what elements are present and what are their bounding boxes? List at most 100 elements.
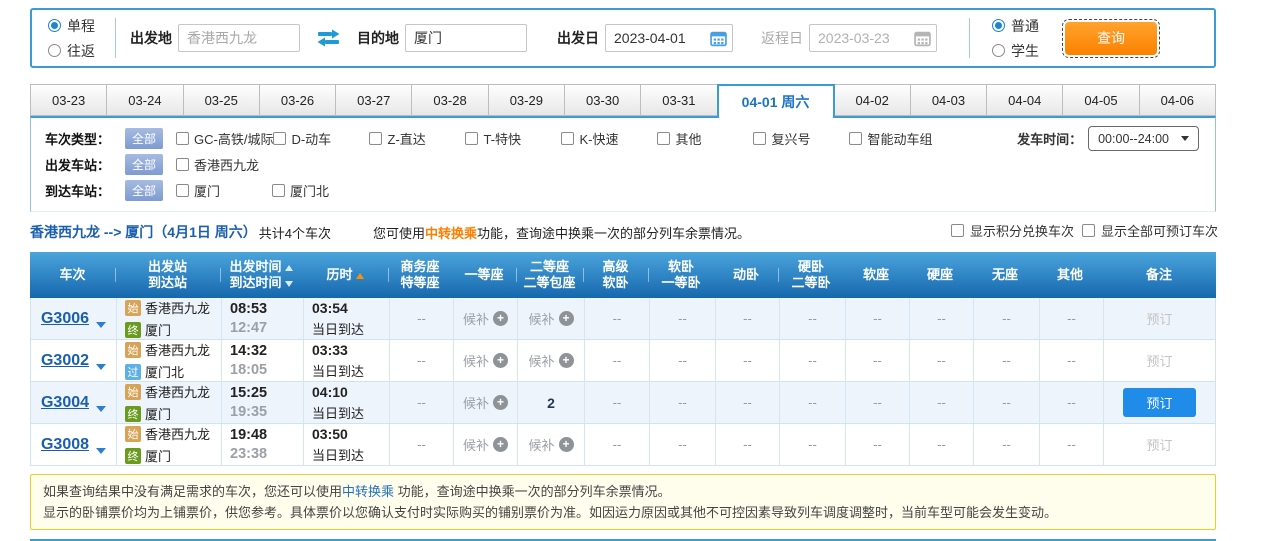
date-tab-04-02[interactable]: 04-02 [834,84,911,116]
date-tab-03-30[interactable]: 03-30 [564,84,641,116]
sort-up-icon[interactable] [356,273,364,279]
no-seat-dash: -- [613,311,622,326]
swap-stations-icon[interactable] [316,29,341,47]
waitlist-button[interactable]: 候补+ [463,435,508,454]
date-tab-03-29[interactable]: 03-29 [488,84,565,116]
filter-checkbox[interactable]: 复兴号 [753,129,849,148]
no-seat-dash: -- [1067,437,1076,452]
no-seat-dash: -- [1067,311,1076,326]
filter-checkbox[interactable]: Z-直达 [369,129,465,148]
expand-caret-icon[interactable] [96,406,106,412]
checkbox-label: GC-高铁/城际 [194,129,273,148]
expand-caret-icon[interactable] [96,364,106,370]
date-tab-04-05[interactable]: 04-05 [1062,84,1139,116]
depart-date-input[interactable]: 2023-04-01 [605,24,733,52]
sort-up-icon[interactable] [285,265,293,271]
radio-one-way[interactable]: 单程 [48,16,95,36]
waitlist-label: 候补 [463,435,489,454]
no-seat-dash: -- [1002,353,1011,368]
filter-checkbox[interactable]: GC-高铁/城际 [176,129,273,148]
transfer-link[interactable]: 中转换乘 [342,484,394,499]
header-line: 出发时间 [220,259,302,275]
header-text: 软座 [863,267,889,282]
toggle-label: 显示积分兑换车次 [970,221,1074,240]
train-link[interactable]: G3008 [41,436,89,454]
column-header[interactable]: 出发时间到达时间 [220,259,302,291]
filter-checkbox[interactable]: 厦门 [176,181,272,200]
date-tab-03-24[interactable]: 03-24 [106,84,183,116]
expand-caret-icon[interactable] [96,448,106,454]
filter-all-button[interactable]: 全部 [125,180,163,201]
date-tab-04-01[interactable]: 04-01 周六 [717,84,835,118]
book-button[interactable]: 预订 [1123,388,1195,417]
filter-checkbox[interactable]: T-特快 [465,129,561,148]
date-tab-03-31[interactable]: 03-31 [640,84,717,116]
date-tab-03-26[interactable]: 03-26 [259,84,336,116]
waitlist-button[interactable]: 候补+ [463,351,508,370]
column-header: 车次 [30,267,115,283]
seat-cell: -- [389,340,453,381]
date-tab-03-27[interactable]: 03-27 [335,84,412,116]
column-header: 软卧一等卧 [648,259,714,291]
radio-student[interactable]: 学生 [992,41,1039,61]
header-text: 历时 [326,267,352,282]
filter-row: 到达车站：全部厦门厦门北 [45,177,1215,203]
date-tab-03-25[interactable]: 03-25 [183,84,260,116]
seat-cell: -- [584,424,649,465]
notice-text: 如果查询结果中没有满足需求的车次，您还可以使用 [43,484,342,499]
display-toggle-checkbox[interactable]: 显示积分兑换车次 [951,221,1074,240]
waitlist-button[interactable]: 候补+ [528,351,573,370]
column-header: 硬卧二等卧 [778,259,844,291]
date-tab-04-06[interactable]: 04-06 [1139,84,1216,116]
return-date-input[interactable]: 2023-03-23 [809,24,937,52]
depart-time-select[interactable]: 00:00--24:00 [1088,126,1199,151]
expand-caret-icon[interactable] [96,322,106,328]
radio-round-trip[interactable]: 往返 [48,41,95,61]
seat-cell: 候补+ [453,424,517,465]
date-tab-03-28[interactable]: 03-28 [411,84,488,116]
filter-all-button[interactable]: 全部 [125,128,163,149]
transfer-link[interactable]: 中转换乘 [425,226,477,241]
header-text: 一等座 [464,267,503,282]
header-text: 到达站 [148,275,187,290]
sort-down-icon[interactable] [285,281,293,287]
train-link[interactable]: G3004 [41,394,89,412]
station-line: 终厦门 [125,320,171,339]
waitlist-button[interactable]: 候补+ [528,309,573,328]
date-tab-03-23[interactable]: 03-23 [30,84,107,116]
waitlist-button[interactable]: 候补+ [463,309,508,328]
calendar-icon[interactable] [710,30,727,50]
seat-cell: -- [389,382,453,423]
to-station-input[interactable]: 厦门 [405,24,527,52]
arrive-day: 当日到达 [312,403,364,422]
header-line: 车次 [30,267,115,283]
filter-checkbox[interactable]: D-动车 [273,129,369,148]
column-header[interactable]: 历时 [302,267,388,283]
date-tab-04-03[interactable]: 04-03 [910,84,987,116]
filter-all-button[interactable]: 全部 [125,154,163,175]
plus-circle-icon: + [559,437,574,452]
header-line: 备注 [1102,267,1216,283]
filter-checkbox[interactable]: 其他 [657,129,753,148]
from-station-input[interactable]: 香港西九龙 [178,24,300,52]
waitlist-button[interactable]: 候补+ [528,435,573,454]
filter-checkbox[interactable]: 智能动车组 [849,129,945,148]
date-tab-04-04[interactable]: 04-04 [986,84,1063,116]
radio-normal[interactable]: 普通 [992,16,1039,36]
filter-checkbox[interactable]: 厦门北 [272,181,368,200]
train-link[interactable]: G3002 [41,352,89,370]
header-text: 出发站 [148,259,187,274]
waitlist-button[interactable]: 候补+ [463,393,508,412]
filter-checkbox[interactable]: K-快速 [561,129,657,148]
filter-checkbox[interactable]: 香港西九龙 [176,155,272,174]
station-name: 厦门 [145,320,171,339]
train-link[interactable]: G3006 [41,310,89,328]
display-toggle-checkbox[interactable]: 显示全部可预订车次 [1082,221,1218,240]
seat-cell: 候补+ [453,340,517,381]
divider [115,18,116,58]
seat-cell: -- [845,340,909,381]
train-cell: G3002 [31,340,116,381]
remark-cell: 预订 [1103,424,1215,465]
notice-box: 如果查询结果中没有满足需求的车次，您还可以使用中转换乘 功能，查询途中换乘一次的… [30,474,1216,530]
query-button[interactable]: 查询 [1065,22,1157,55]
